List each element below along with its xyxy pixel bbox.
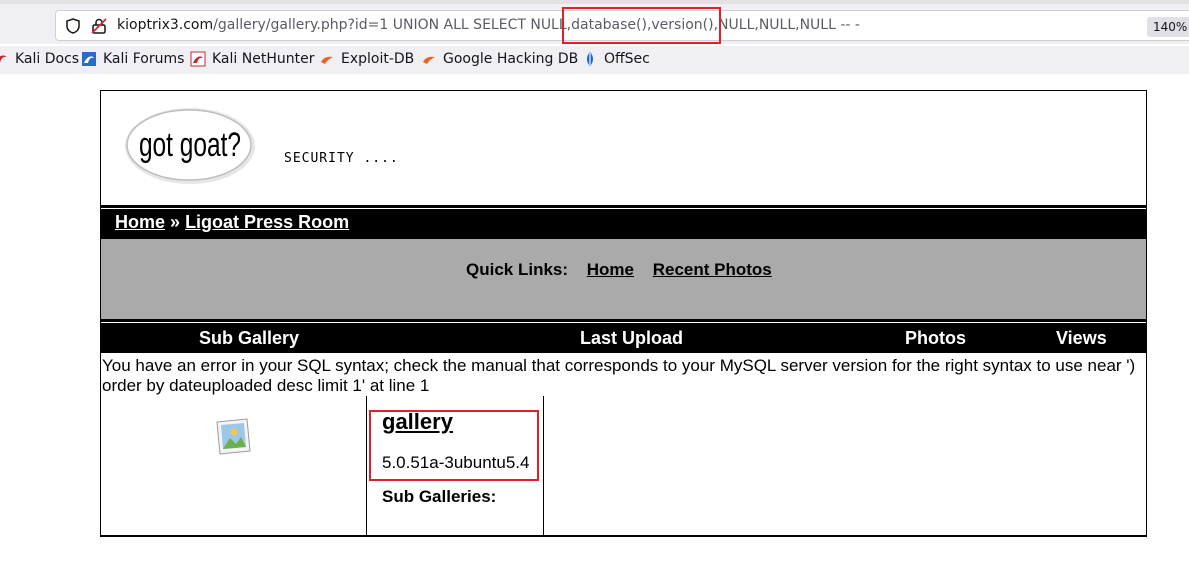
bookmark-label: Exploit-DB [341,51,415,67]
kali-icon [190,51,206,67]
bookmarks-toolbar: Kali Docs Kali Forums Kali NetHunter Exp… [0,46,1189,74]
cell-border [543,396,544,536]
column-header-last-upload: Last Upload [580,328,684,348]
site-tagline: SECURITY .... [284,151,399,166]
quick-link-recent-photos[interactable]: Recent Photos [653,260,772,279]
bookmark-google-hacking-db[interactable]: Google Hacking DB [421,51,578,67]
gallery-table-header: Sub Gallery Last Upload Photos Views [101,323,1146,353]
got-goat-logo[interactable]: got goat? [123,106,257,186]
shield-icon[interactable] [64,17,82,35]
url-path: /gallery/gallery.php?id=1 UNION ALL SELE… [213,17,860,33]
breadcrumb-current-link[interactable]: Ligoat Press Room [185,212,349,232]
quick-links-bar: Quick Links: Home Recent Photos [101,239,1146,319]
exploit-db-icon [423,56,435,64]
breadcrumb-separator: » [170,212,181,232]
cell-border [366,535,544,536]
logo-text: got goat? [139,126,241,164]
offsec-icon [587,52,593,66]
bookmark-label: Kali Docs [15,51,80,67]
site-header: got goat? SECURITY .... [101,91,1146,205]
bookmark-kali-nethunter[interactable]: Kali NetHunter [190,51,314,67]
bookmark-exploit-db[interactable]: Exploit-DB [319,51,414,67]
exploit-db-icon [321,56,333,64]
cell-border [366,396,367,536]
sub-galleries-label: Sub Galleries: [382,487,497,506]
quick-link-home[interactable]: Home [587,260,634,279]
browser-toolbar: kioptrix3.com/gallery/gallery.php?id=1 U… [0,0,1189,44]
breadcrumb-home-link[interactable]: Home [115,212,165,232]
table-divider [101,319,1146,322]
url-text[interactable]: kioptrix3.com/gallery/gallery.php?id=1 U… [117,17,860,33]
bookmark-label: OffSec [604,51,650,67]
sql-error-message: You have an error in your SQL syntax; ch… [102,356,1136,395]
tab-strip-edge [0,0,1189,4]
bookmark-label: Kali NetHunter [212,51,315,67]
bookmark-kali-forums[interactable]: Kali Forums [81,51,184,67]
url-host: kioptrix3.com [117,17,214,33]
column-header-sub-gallery: Sub Gallery [199,328,300,348]
bookmark-offsec[interactable]: OffSec [582,51,650,67]
bookmark-kali-docs[interactable]: Kali Docs [0,51,79,67]
breadcrumb: Home » Ligoat Press Room [101,209,1146,239]
kali-icon [82,52,96,66]
column-header-views: Views [1056,328,1107,348]
bookmark-label: Google Hacking DB [443,51,579,67]
insecure-lock-icon[interactable] [90,17,108,35]
kali-icon [0,55,7,63]
quick-links-label: Quick Links: [466,260,569,279]
url-highlight-box [562,7,721,44]
bookmark-label: Kali Forums [103,51,185,67]
gallery-page: got goat? SECURITY .... Home » Ligoat Pr… [100,90,1147,537]
column-header-photos: Photos [905,328,966,348]
zoom-level-button[interactable]: 140% [1147,17,1189,37]
gallery-thumbnail-icon[interactable] [215,418,251,456]
result-highlight-box [369,410,539,481]
header-divider [101,205,1146,208]
